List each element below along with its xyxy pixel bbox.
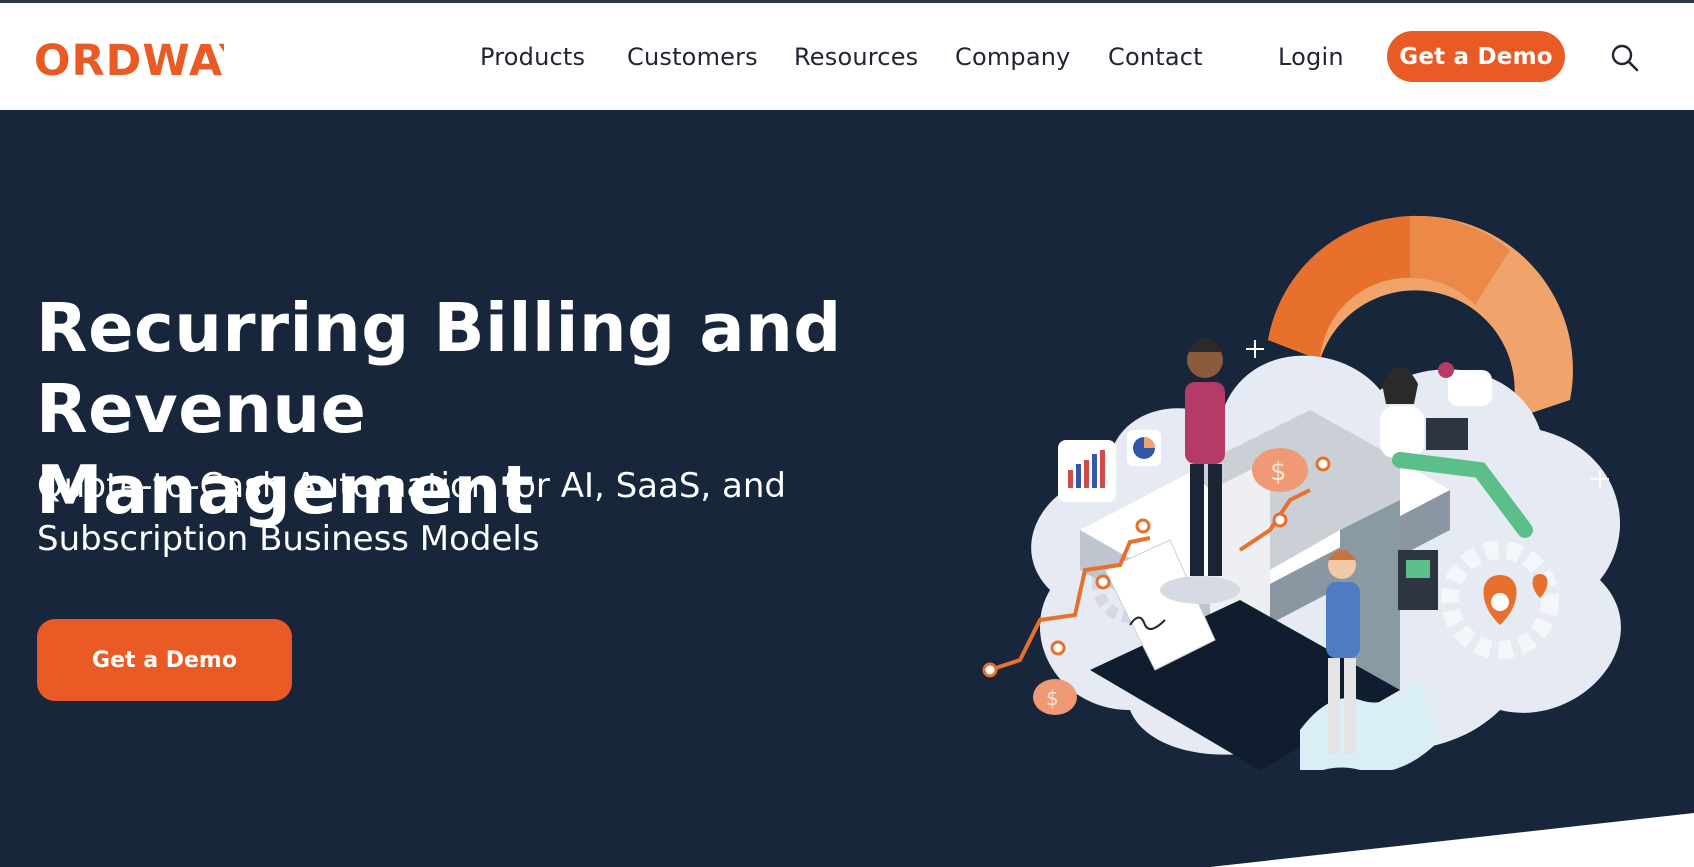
svg-text:ORDWAY: ORDWAY [34, 37, 224, 81]
hero-section: Recurring Billing and Revenue Management… [0, 110, 1694, 867]
hero-bottom-wedge [1210, 813, 1694, 867]
nav-customers[interactable]: Customers [627, 43, 758, 71]
nav-products[interactable]: Products [480, 43, 585, 71]
search-icon[interactable] [1610, 43, 1640, 73]
ordway-logo[interactable]: ORDWAY [34, 37, 224, 81]
header-demo-button[interactable]: Get a Demo [1387, 31, 1565, 82]
nav-contact[interactable]: Contact [1108, 43, 1203, 71]
site-header: ORDWAY Products Customers Resources Comp… [0, 3, 1694, 110]
nav-company[interactable]: Company [955, 43, 1071, 71]
nav-resources[interactable]: Resources [794, 43, 918, 71]
nav-login[interactable]: Login [1278, 43, 1344, 71]
